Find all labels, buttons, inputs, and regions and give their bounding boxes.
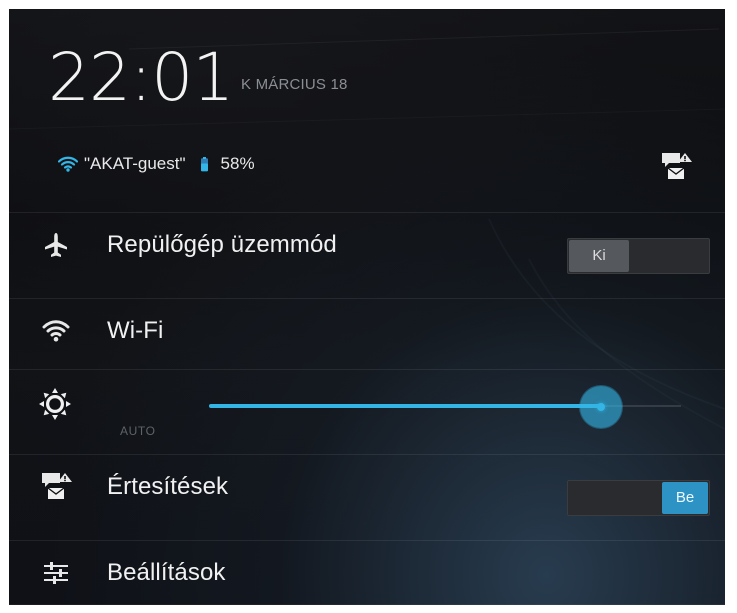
- status-row: "AKAT-guest" 58%: [58, 149, 255, 179]
- notifications-toggle[interactable]: Be: [567, 480, 710, 516]
- brightness-auto-label[interactable]: AUTO: [120, 424, 156, 438]
- wifi-icon: [42, 320, 70, 342]
- date-label: K MÁRCIUS 18: [241, 76, 348, 93]
- notification-alert-icon[interactable]: [658, 150, 692, 180]
- brightness-icon[interactable]: [38, 387, 72, 421]
- airplane-mode-label: Repülőgép üzemmód: [107, 231, 337, 258]
- brightness-row: AUTO: [9, 369, 725, 454]
- wifi-row[interactable]: Wi-Fi: [9, 298, 725, 363]
- toggle-off-state: Ki: [569, 240, 629, 272]
- battery-percent: 58%: [220, 154, 255, 173]
- settings-label: Beállítások: [107, 559, 226, 586]
- notifications-row[interactable]: Értesítések Be: [9, 454, 725, 519]
- airplane-mode-row[interactable]: Repülőgép üzemmód Ki: [9, 212, 725, 277]
- settings-sliders-icon: [44, 562, 68, 584]
- quick-settings-panel: 22:01 K MÁRCIUS 18 "AKAT-guest" 58% Repü…: [9, 9, 725, 605]
- wifi-icon: [58, 156, 78, 172]
- settings-row[interactable]: Beállítások: [9, 540, 725, 605]
- toggle-on-state: Be: [662, 482, 708, 514]
- airplane-icon: [45, 233, 67, 257]
- clock-time: 22:01: [48, 39, 234, 116]
- wifi-network-name: "AKAT-guest": [84, 154, 186, 173]
- notification-alert-icon: [42, 473, 72, 499]
- toggle-off-label: Ki: [592, 247, 606, 264]
- brightness-slider-thumb[interactable]: [579, 386, 622, 428]
- toggle-on-label: Be: [675, 489, 695, 506]
- wifi-label: Wi-Fi: [107, 317, 164, 344]
- notifications-label: Értesítések: [107, 473, 229, 500]
- brightness-slider-fill: [209, 404, 601, 408]
- bottom-divider: [9, 604, 725, 605]
- battery-icon: [200, 156, 208, 171]
- airplane-mode-toggle[interactable]: Ki: [567, 238, 710, 274]
